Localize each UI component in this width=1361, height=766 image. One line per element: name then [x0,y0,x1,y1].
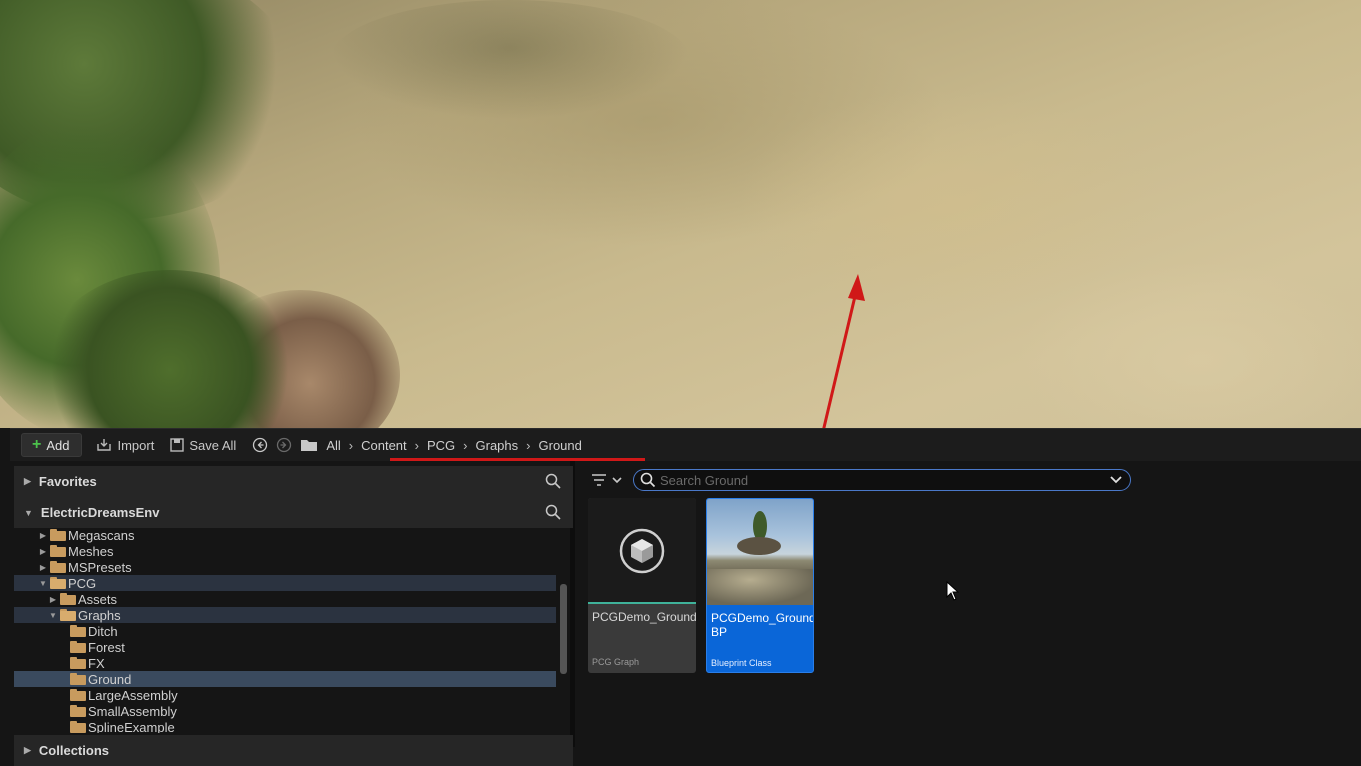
tree-item-label: Graphs [78,607,121,623]
annotation-arrow [822,274,865,428]
asset-view [580,461,1361,747]
import-label: Import [117,437,155,453]
folder-icon [70,689,86,701]
plus-icon: + [32,436,42,453]
breadcrumb-ground[interactable]: Ground [531,438,590,453]
tree-item-label: SplineExample [88,719,175,734]
tree-item-label: FX [88,655,105,671]
favorites-label: Favorites [38,474,97,489]
tree-item-label: Meshes [68,543,114,559]
forward-icon[interactable] [276,437,292,453]
tree-item-mspresets[interactable]: ▶ MSPresets [14,559,556,575]
content-browser-toolbar: + Add Import Save All All › Content › PC… [10,428,1361,461]
expand-arrow-icon[interactable]: ▶ [38,531,48,540]
folder-icon [70,625,86,637]
asset-tile-pcg-graph[interactable]: PCGDemo_Ground PCG Graph [588,498,696,673]
tree-item-ground[interactable]: Ground [14,671,556,687]
breadcrumb-all[interactable]: All [318,438,348,453]
shore [707,569,813,605]
tree-item-largeassembly[interactable]: LargeAssembly [14,687,556,703]
project-header[interactable]: ▼ ElectricDreamsEnv [14,497,573,528]
sources-panel: ▶ Favorites ▼ ElectricDreamsEnv ▶ Megasc… [10,461,575,766]
folder-icon [50,529,66,541]
folder-icon [70,721,86,733]
tree-item-smallassembly[interactable]: SmallAssembly [14,703,556,719]
pcg-graph-icon [619,528,665,574]
folder-icon [70,705,86,717]
level-viewport[interactable] [0,0,1361,428]
save-all-button[interactable]: Save All [162,433,244,457]
asset-name: PCGDemo_Ground BP [711,611,814,639]
tree-item-ditch[interactable]: Ditch [14,623,556,639]
filter-icon[interactable] [591,472,623,488]
breadcrumb-pcg[interactable]: PCG [419,438,463,453]
import-icon [97,439,112,451]
collapse-arrow-icon: ▼ [24,507,33,518]
tree-item-label: PCG [68,575,97,591]
tree-item-pcg[interactable]: ▼ PCG [14,575,556,591]
expand-arrow-icon[interactable]: ▶ [38,563,48,572]
search-icon[interactable] [545,504,561,520]
search-icon[interactable] [545,473,561,489]
breadcrumb-content[interactable]: Content [353,438,415,453]
asset-search[interactable] [633,469,1131,491]
folder-icon [50,545,66,557]
save-all-label: Save All [189,437,237,453]
back-icon[interactable] [252,437,268,453]
tree-item-megascans[interactable]: ▶ Megascans [14,527,556,543]
asset-type: PCG Graph [592,657,640,667]
collapse-arrow-icon[interactable]: ▼ [38,579,48,588]
folder-icon [301,440,318,451]
folder-icon [70,657,86,669]
asset-tile-blueprint[interactable]: PCGDemo_Ground BP Blueprint Class [706,498,814,673]
add-button[interactable]: + Add [21,433,83,457]
folder-icon [70,641,86,653]
asset-name: PCGDemo_Ground [592,610,696,624]
tree-item-label: Assets [78,591,118,607]
folder-icon [50,561,66,573]
tree-scrollbar[interactable] [560,584,567,674]
tree-item-meshes[interactable]: ▶ Meshes [14,543,556,559]
tree-item-label: SmallAssembly [88,703,177,719]
save-icon [170,438,185,452]
tree-item-label: Forest [88,639,125,655]
folder-tree: ▶ Megascans ▶ Meshes ▶ MSPresets ▼ PCG ▶… [14,527,556,733]
tree-item-assets[interactable]: ▶ Assets [14,591,556,607]
mouse-cursor-icon [946,581,960,601]
project-label: ElectricDreamsEnv [40,505,160,520]
collections-header[interactable]: ▶ Collections [14,735,573,766]
tree-item-splineexample[interactable]: SplineExample [14,719,556,733]
tree-item-label: Ditch [88,623,118,639]
folder-icon [70,673,86,685]
expand-arrow-icon[interactable]: ▶ [48,595,58,604]
chevron-down-icon[interactable] [1110,476,1122,484]
tree-item-label: Megascans [68,527,135,543]
folder-icon [60,593,76,605]
search-input[interactable] [660,472,1100,488]
asset-thumbnail [707,499,813,605]
asset-thumbnail [588,498,696,604]
tree-item-label: Ground [88,671,132,687]
expand-arrow-icon[interactable]: ▶ [38,547,48,556]
rock-island [737,537,781,555]
tree-item-forest[interactable]: Forest [14,639,556,655]
tree-item-label: LargeAssembly [88,687,178,703]
collections-label: Collections [38,743,109,758]
folder-open-icon [50,577,66,589]
expand-arrow-icon: ▶ [24,476,31,486]
import-button[interactable]: Import [88,433,162,457]
add-label: Add [46,437,70,453]
folder-open-icon [60,609,76,621]
tree-item-fx[interactable]: FX [14,655,556,671]
asset-type: Blueprint Class [711,658,772,668]
tree-item-graphs[interactable]: ▼ Graphs [14,607,556,623]
tree-item-label: MSPresets [68,559,132,575]
breadcrumb-graphs[interactable]: Graphs [468,438,527,453]
collapse-arrow-icon[interactable]: ▼ [48,611,58,620]
search-icon [640,472,656,488]
favorites-header[interactable]: ▶ Favorites [14,466,573,497]
